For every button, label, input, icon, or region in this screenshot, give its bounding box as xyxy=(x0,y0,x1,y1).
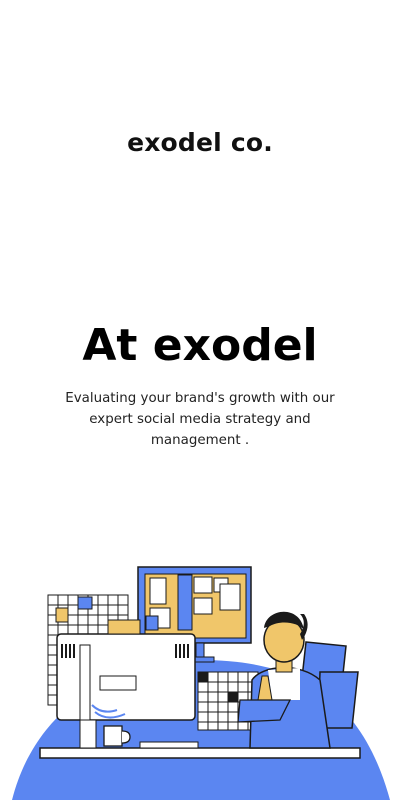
person-figure xyxy=(237,611,331,749)
brand-name: exodel co. xyxy=(127,128,273,157)
office-worker-illustration xyxy=(12,566,390,800)
keyboard xyxy=(139,741,199,749)
desk xyxy=(39,747,361,759)
hero-title: At exodel xyxy=(82,320,318,371)
hero-subtitle: Evaluating your brand's growth with our … xyxy=(65,391,335,448)
